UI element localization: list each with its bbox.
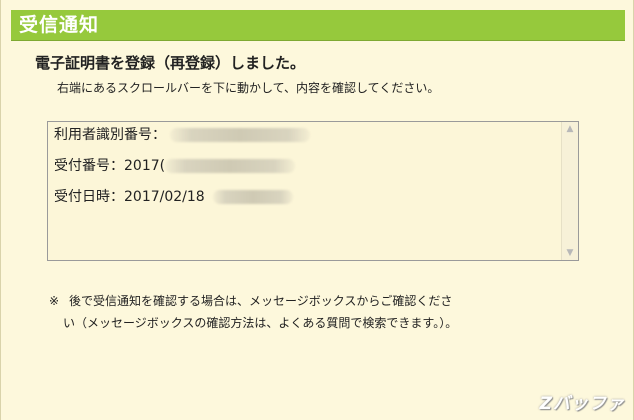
receipt-number-row: 受付番号：2017( <box>54 155 296 175</box>
receipt-datetime-label: 受付日時： <box>54 189 124 205</box>
user-id-row: 利用者識別番号： <box>54 124 310 144</box>
scroll-instruction: 右端にあるスクロールバーを下に動かして、内容を確認してください。 <box>57 81 440 95</box>
watermark-logo: Zバッファ <box>539 394 625 414</box>
notification-window: 受信通知 電子証明書を登録（再登録）しました。 右端にあるスクロールバーを下に動… <box>0 0 634 420</box>
note-text-2: い（メッセージボックスの確認方法は、よくある質問で検索できます。）。 <box>63 316 458 330</box>
window-title: 受信通知 <box>19 14 100 36</box>
completion-heading: 電子証明書を登録（再登録）しました。 <box>35 54 306 72</box>
note-text-1: 後で受信通知を確認する場合は、メッセージボックスからご確認くださ <box>69 294 453 308</box>
receipt-date-value: 2017/02/18 <box>124 189 205 205</box>
receipt-details-box[interactable]: 利用者識別番号： 受付番号：2017( 受付日時：2017/02/18 ▲ ▼ <box>47 121 579 261</box>
title-bar: 受信通知 <box>11 10 625 41</box>
note-mark: ※ <box>49 294 60 308</box>
scroll-up-arrow-icon[interactable]: ▲ <box>562 122 578 136</box>
redacted-receipt-time <box>212 190 293 204</box>
redacted-receipt-number <box>165 159 296 173</box>
scroll-down-arrow-icon[interactable]: ▼ <box>562 246 578 260</box>
note-line-1: ※ 後で受信通知を確認する場合は、メッセージボックスからご確認くださ <box>49 290 569 312</box>
vertical-scrollbar[interactable]: ▲ ▼ <box>561 122 578 260</box>
redacted-user-id <box>170 128 310 142</box>
receipt-number-label: 受付番号： <box>54 158 124 174</box>
receipt-number-value: 2017( <box>124 158 166 174</box>
follow-up-note: ※ 後で受信通知を確認する場合は、メッセージボックスからご確認くださ い（メッセー… <box>49 290 569 334</box>
user-id-label: 利用者識別番号： <box>54 127 166 143</box>
receipt-datetime-row: 受付日時：2017/02/18 <box>54 186 293 206</box>
